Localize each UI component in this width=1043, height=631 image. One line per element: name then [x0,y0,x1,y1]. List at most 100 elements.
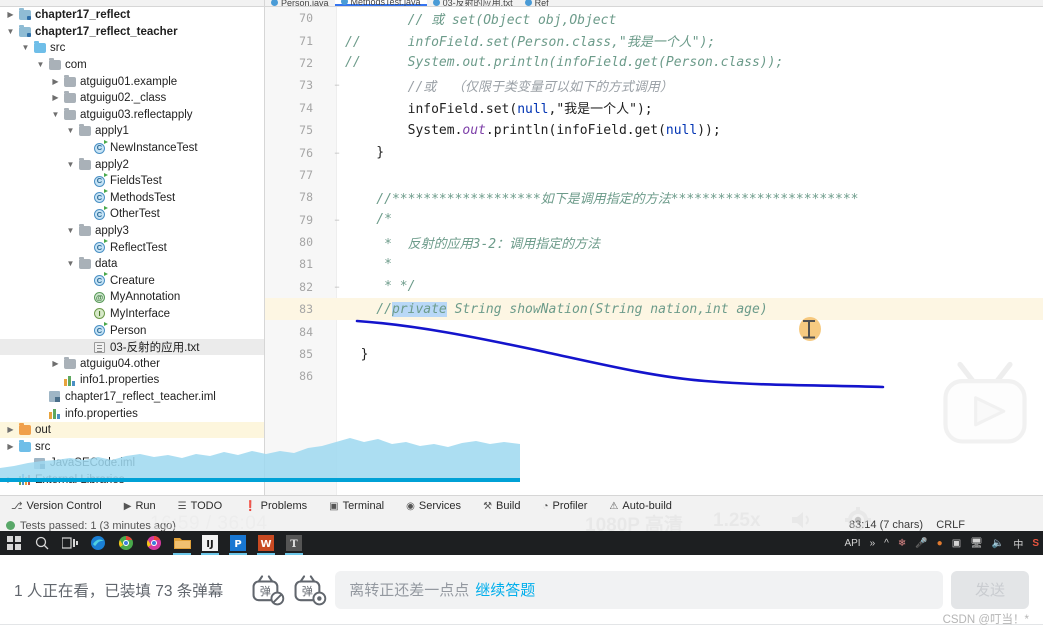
tree-item[interactable]: ▼ apply2 [0,156,264,173]
tray-ime-icon[interactable]: 中 [1013,536,1023,551]
windows-taskbar[interactable]: IJ P W T API » ^ ❄ 🎤 ● ▣ 🖥 🔈 中 S [0,531,1043,555]
chevron-right-icon[interactable]: ▶ [4,426,17,434]
tray-volume-icon[interactable]: 🔈 [992,538,1004,549]
tray-network-icon[interactable]: 🖥 [970,538,983,549]
danmaku-continue-link[interactable]: 继续答题 [475,579,535,600]
tree-item[interactable]: ▼ apply1 [0,123,264,140]
project-file-tree[interactable]: ▶ chapter17_reflect ▼ chapter17_reflect_tea… [0,7,264,488]
tree-item[interactable]: info.properties [0,405,264,422]
code-line[interactable]: 74 infoField.set(null,"我是一个人"); [265,97,1043,119]
toolwindow-button-todo[interactable]: ☰ TODO [167,500,234,512]
intellij-idea-icon[interactable]: IJ [196,531,224,555]
chevron-down-icon[interactable]: ▼ [4,27,17,36]
tray-record-icon[interactable]: ● [937,538,943,549]
chevron-right-icon[interactable]: ▶ [49,94,62,102]
toolwindow-button-build[interactable]: ⚒ Build [472,500,531,512]
tree-item[interactable]: ▼ data [0,256,264,273]
tree-item[interactable]: ▶ src [0,438,264,455]
code-line[interactable]: 83 //private String showNation(String na… [265,298,1043,321]
tree-item[interactable]: ▶ atguigu04.other [0,355,264,372]
editor-tab-1[interactable]: MethodsTest.java [334,0,427,6]
video-progress-bar[interactable] [0,478,520,482]
toolwindow-button-problems[interactable]: ❗ Problems [233,500,318,512]
code-line[interactable]: 84 [265,320,1043,342]
code-line[interactable]: 78 //*******************如下是调用指定的方法******… [265,186,1043,208]
code-fold-icon[interactable]: − [331,215,343,225]
tree-item[interactable]: info1.properties [0,372,264,389]
toolwindow-button-services[interactable]: ◉ Services [395,500,472,512]
code-editor[interactable]: 70 // 或 set(Object obj,Object 71 // infoF… [265,7,1043,495]
code-line[interactable]: 85 } [265,343,1043,365]
code-line[interactable]: 82 − * */ [265,276,1043,298]
chevron-right-icon[interactable]: ▶ [4,442,17,451]
code-line[interactable]: 80 * 反射的应用3-2：调用指定的方法 [265,231,1043,253]
start-icon[interactable] [0,531,28,555]
tree-item[interactable]: 03-反射的应用.txt [0,338,264,356]
tree-item[interactable]: C Person [0,322,264,339]
tree-item[interactable]: C FieldsTest [0,172,264,190]
tree-item[interactable]: C ReflectTest [0,239,264,256]
chevron-down-icon[interactable]: ▼ [19,44,32,52]
code-line[interactable]: 79 − /* [265,209,1043,231]
tray-battery-icon[interactable]: ▣ [952,538,961,549]
chevron-down-icon[interactable]: ▼ [34,61,47,69]
tree-item[interactable]: C OtherTest [0,205,264,223]
tree-item[interactable]: C MethodsTest [0,189,264,207]
chevron-right-icon[interactable]: ▶ [49,359,62,368]
wps-icon[interactable]: W [252,531,280,555]
code-line[interactable]: 76 − } [265,141,1043,163]
chevron-down-icon[interactable]: ▼ [49,110,62,119]
editor-tab-strip[interactable]: Person.java MethodsTest.java 03-反射的应用.txt R… [265,0,1043,7]
danmaku-send-button[interactable]: 发送 [951,570,1029,609]
toolwindow-button-version-control[interactable]: ⎇ Version Control [0,500,113,512]
settings-gear-icon[interactable] [845,507,871,533]
code-line[interactable]: 81 * [265,253,1043,275]
danmaku-off-icon[interactable]: 弹 [251,573,285,607]
chevron-down-icon[interactable]: ▼ [64,127,77,135]
danmaku-settings-icon[interactable]: 弹 [293,573,327,607]
chevron-right-icon[interactable]: ▶ [49,77,62,86]
code-line[interactable]: 75 System.out.println(infoField.get(null… [265,119,1043,141]
chevron-down-icon[interactable]: ▼ [64,227,77,235]
chevron-down-icon[interactable]: ▼ [64,260,77,268]
tree-item[interactable]: ▼ chapter17_reflect_teacher [0,24,264,41]
pycharm-icon[interactable]: P [224,531,252,555]
code-fold-icon[interactable]: − [331,148,343,158]
tree-item[interactable]: ▼ apply3 [0,223,264,240]
chrome-icon[interactable] [112,531,140,555]
code-line[interactable]: 70 // 或 set(Object obj,Object [265,7,1043,29]
code-content[interactable]: 70 // 或 set(Object obj,Object 71 // infoF… [265,7,1043,388]
tree-item[interactable]: C NewInstanceTest [0,139,264,157]
tree-item[interactable]: JavaSECode.iml [0,455,264,472]
tray-overflow-icon[interactable]: » [870,538,876,549]
tree-item[interactable]: ▶ atguigu01.example [0,73,264,90]
tree-item[interactable]: chapter17_reflect_teacher.iml [0,389,264,406]
chrome2-icon[interactable] [140,531,168,555]
typora-icon[interactable]: T [280,531,308,555]
tree-item[interactable]: I MyInterface [0,306,264,323]
edge-icon[interactable] [84,531,112,555]
editor-tab-3[interactable]: Ref [519,0,555,6]
video-player-surface[interactable]: ▶ chapter17_reflect ▼ chapter17_reflect_tea… [0,0,1043,555]
toolwindow-button-terminal[interactable]: ▣ Terminal [318,500,395,512]
chevron-right-icon[interactable]: ▶ [4,11,17,19]
tray-microphone-icon[interactable]: 🎤 [915,538,927,549]
code-fold-icon[interactable]: − [331,80,343,90]
code-fold-icon[interactable]: − [331,282,343,292]
code-line[interactable]: 73 − //或 （仅限于类变量可以如下的方式调用） [265,74,1043,96]
video-speed-button[interactable]: 1.25x [713,510,761,532]
code-line[interactable]: 71 // infoField.set(Person.class,"我是一个人")… [265,29,1043,51]
tray-app-icon[interactable]: ❄ [898,538,906,549]
editor-tab-2[interactable]: 03-反射的应用.txt [427,0,519,6]
search-icon[interactable] [28,531,56,555]
tree-item[interactable]: @ MyAnnotation [0,289,264,306]
tray-sogou-icon[interactable]: S [1032,538,1039,549]
toolwindow-button-run[interactable]: ▶ Run [113,500,167,512]
tree-item[interactable]: ▶ atguigu02._class [0,90,264,107]
volume-icon[interactable] [788,508,814,532]
editor-tab-0[interactable]: Person.java [265,0,335,6]
tree-item[interactable]: ▼ src [0,40,264,57]
tree-item[interactable]: ▼ atguigu03.reflectapply [0,107,264,124]
tray-chevron-up-icon[interactable]: ^ [884,538,889,549]
chevron-down-icon[interactable]: ▼ [64,160,77,169]
